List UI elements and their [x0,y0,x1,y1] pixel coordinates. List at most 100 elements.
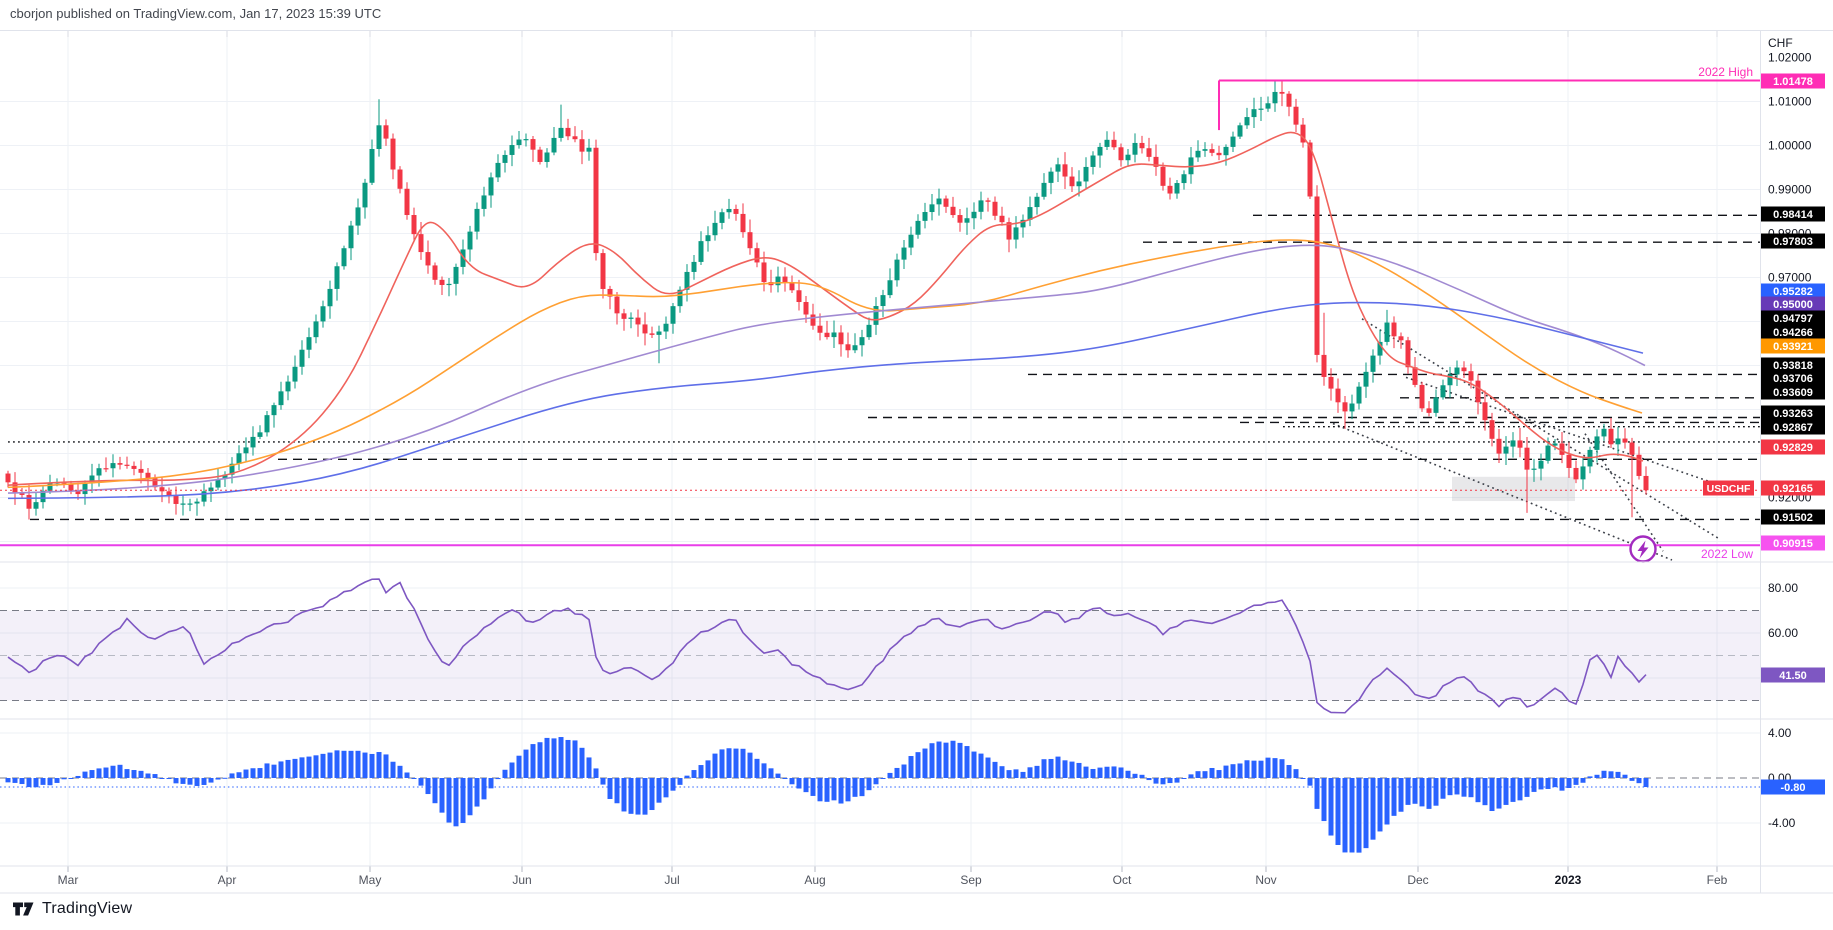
svg-text:0.94266: 0.94266 [1773,327,1813,339]
trendline[interactable] [1405,376,1716,485]
candle-body [278,391,284,406]
candle-body [1251,109,1257,118]
svg-text:0.94797: 0.94797 [1773,313,1813,325]
ma-slow-blue[interactable] [7,301,1644,500]
trendline[interactable] [1332,422,1673,561]
candle-body [271,405,277,416]
candle-body [180,503,186,505]
candle-body [117,463,123,465]
candle-body [901,247,907,260]
candle-body [1538,460,1544,469]
macd-bar [1097,767,1103,778]
candle-body [376,125,382,149]
candle-body [488,177,494,196]
macd-bar [271,764,277,778]
candle-body [313,321,319,338]
candle-body [1405,340,1411,368]
candle-body [495,162,501,178]
candle-body [264,415,270,433]
price-pane[interactable]: 2022 High 2022 Low [0,65,1760,563]
candle-body [516,139,522,146]
macd-bar [1559,778,1565,791]
candle-body [523,139,529,141]
macd-bar [1216,770,1222,778]
macd-bar [327,752,333,778]
candle-body [334,266,340,289]
macd-bar [1517,778,1523,801]
macd-bar [166,778,172,779]
macd-bar [68,778,74,779]
macd-bar [1349,778,1355,853]
time-label: May [359,873,382,887]
candle-body [1223,146,1229,156]
macd-bar [1006,770,1012,778]
candle-body [1601,428,1607,437]
chart-canvas[interactable]: 2022 High 2022 Low CHF1.02000 1.01000 1.0000… [0,0,1833,930]
candle-body [1426,408,1432,413]
svg-text:0.95282: 0.95282 [1773,286,1813,298]
candle-body [201,491,207,502]
macd-bar [880,778,886,779]
tradingview-logo[interactable]: TradingView [12,899,132,919]
macd-bar [1293,769,1299,778]
ma-slow-purple[interactable] [7,244,1646,494]
macd-bar [187,778,193,785]
macd-bar [572,740,578,778]
macd-bar [936,741,942,778]
macd-pane[interactable] [0,737,1760,853]
candle-body [1069,176,1075,187]
macd-bar [1174,778,1180,783]
candle-body [1146,148,1152,157]
candle-body [390,138,396,170]
macd-bar [614,778,620,804]
macd-bar [579,747,585,778]
candle-body [649,333,655,335]
macd-bar [1209,767,1215,778]
candle-body [1370,355,1376,372]
candle-body [1174,183,1180,194]
candle-body [467,231,473,250]
macd-bar [432,778,438,804]
macd-bar [159,778,165,779]
macd-bar [1251,760,1257,778]
candle-body [1209,149,1215,153]
macd-bar [852,778,858,797]
rsi-pane[interactable] [0,578,1760,714]
macd-bar [117,764,123,778]
tradingview-logo-text: TradingView [42,900,133,917]
macd-bar [1601,770,1607,778]
macd-bar [33,778,39,788]
candle-body [1335,388,1341,403]
time-label: 2023 [1555,873,1582,887]
macd-bar [306,756,312,778]
macd-bar [971,751,977,778]
macd-bar [1328,778,1334,836]
macd-bar [1153,778,1159,784]
svg-text:0.92867: 0.92867 [1773,422,1813,434]
candle-body [950,206,956,216]
time-axis[interactable]: Mar Apr May Jun Jul Aug Sep Oct Nov Dec 2023 Feb [58,866,1728,887]
candle-body [852,345,858,351]
candle-body [691,261,697,272]
candle-body [922,212,928,221]
macd-bar [621,778,627,812]
candle-body [383,125,389,139]
price-axis[interactable]: CHF1.020001.010001.000000.990000.980000.… [1703,0,1833,893]
candle-body [565,127,571,137]
macd-bar [1503,778,1509,805]
price-tick: 1.02000 [1768,51,1812,65]
trendline[interactable] [1361,318,1721,540]
macd-bar [922,748,928,778]
currency-label: CHF [1768,36,1793,50]
candle-body [705,235,711,242]
support-zone-box[interactable] [1452,476,1575,502]
candle-body [964,218,970,223]
macd-bar [1566,778,1572,789]
candle-body [131,465,137,469]
candle-body [1349,403,1355,412]
macd-bar [19,778,25,785]
macd-bar [705,760,711,778]
svg-text:0.90915: 0.90915 [1773,538,1813,550]
macd-bar [1230,764,1236,778]
candle-body [362,182,368,208]
